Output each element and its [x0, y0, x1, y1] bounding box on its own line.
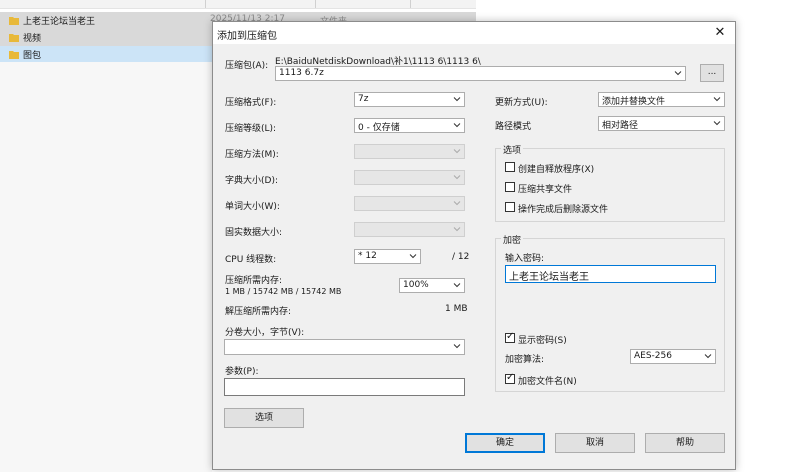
checkmark-icon: ✓	[506, 372, 515, 383]
delete-checkbox[interactable]	[505, 202, 515, 212]
show-password-label: 显示密码(S)	[518, 336, 567, 346]
shared-label: 压缩共享文件	[518, 185, 573, 195]
path-label: 路径模式	[495, 122, 532, 132]
path-select[interactable]: 相对路径	[598, 116, 725, 131]
chevron-down-icon	[453, 175, 461, 180]
mem-decompress-label: 解压缩所需内存:	[225, 307, 292, 317]
archive-name-combo[interactable]: 1113 6.7z	[275, 66, 686, 81]
chevron-down-icon	[713, 121, 721, 126]
chevron-down-icon	[674, 71, 682, 76]
mem-compress-label: 压缩所需内存:	[225, 276, 283, 286]
chevron-down-icon	[453, 149, 461, 154]
archive-name-value: 1113 6.7z	[279, 68, 324, 78]
chevron-down-icon	[453, 201, 461, 206]
enc-method-select[interactable]: AES-256	[630, 349, 716, 364]
mem-decompress-value: 1 MB	[445, 304, 468, 314]
dialog-title: 添加到压缩包	[217, 31, 277, 42]
encryption-group-title: 加密	[501, 233, 524, 246]
encryption-group: 加密 输入密码: 上老王论坛当老王 ✓ 显示密码(S) 加密算法: AES-25…	[495, 233, 725, 392]
chevron-down-icon	[409, 254, 417, 259]
dict-label: 字典大小(D):	[225, 176, 278, 186]
threads-max: / 12	[452, 252, 470, 262]
mem-compress-value: 1 MB / 15742 MB / 15742 MB	[225, 287, 342, 296]
folder-icon	[9, 32, 19, 42]
browse-button[interactable]: ...	[700, 64, 724, 82]
chevron-down-icon	[453, 123, 461, 128]
options-group-title: 选项	[501, 143, 524, 156]
threads-label: CPU 线程数:	[225, 255, 277, 265]
level-value: 0 - 仅存储	[358, 123, 400, 133]
enc-method-value: AES-256	[634, 351, 672, 361]
volume-combo[interactable]	[224, 339, 465, 355]
file-name: 图包	[23, 51, 42, 61]
mem-percent-value: 100%	[403, 280, 429, 290]
format-value: 7z	[358, 94, 369, 104]
show-password-checkbox[interactable]: ✓	[505, 331, 515, 343]
column-separator[interactable]	[205, 0, 206, 8]
enc-method-label: 加密算法:	[505, 355, 545, 365]
format-label: 压缩格式(F):	[225, 98, 277, 108]
threads-value: * 12	[358, 251, 377, 261]
sfx-checkbox[interactable]	[505, 162, 515, 172]
archive-label: 压缩包(A):	[225, 61, 269, 71]
word-label: 单词大小(W):	[225, 202, 280, 212]
solid-select	[354, 222, 465, 237]
checkmark-icon: ✓	[506, 331, 515, 342]
word-select	[354, 196, 465, 211]
folder-icon	[9, 15, 19, 25]
file-name: 上老王论坛当老王	[23, 17, 96, 27]
shared-checkbox[interactable]	[505, 182, 515, 192]
params-input[interactable]	[224, 378, 465, 396]
cancel-button[interactable]: 取消	[555, 433, 635, 453]
encrypt-names-label: 加密文件名(N)	[518, 377, 577, 387]
chevron-down-icon	[453, 344, 461, 349]
sfx-label: 创建自释放程序(X)	[518, 165, 595, 175]
level-select[interactable]: 0 - 仅存储	[354, 118, 465, 133]
options-group: 选项 创建自释放程序(X) 压缩共享文件 操作完成后删除源文件	[495, 143, 725, 222]
delete-label: 操作完成后删除源文件	[518, 205, 609, 215]
path-value: 相对路径	[602, 121, 639, 131]
password-label: 输入密码:	[505, 254, 545, 264]
update-select[interactable]: 添加并替换文件	[598, 92, 725, 107]
method-select	[354, 144, 465, 159]
column-separator[interactable]	[315, 0, 316, 8]
explorer-empty-area[interactable]	[0, 62, 212, 472]
chevron-down-icon	[453, 283, 461, 288]
update-value: 添加并替换文件	[602, 97, 666, 107]
explorer-column-header	[0, 0, 476, 9]
encrypt-names-checkbox[interactable]: ✓	[505, 372, 515, 384]
add-to-archive-dialog: 添加到压缩包 ✕ 压缩包(A): E:\BaiduNetdiskDownload…	[212, 21, 736, 470]
chevron-down-icon	[713, 97, 721, 102]
password-input[interactable]: 上老王论坛当老王	[505, 265, 716, 283]
solid-label: 固实数据大小:	[225, 228, 283, 238]
update-label: 更新方式(U):	[495, 98, 548, 108]
column-separator[interactable]	[410, 0, 411, 8]
close-icon[interactable]: ✕	[711, 24, 729, 42]
volume-label: 分卷大小，字节(V):	[225, 328, 305, 338]
chevron-down-icon	[704, 354, 712, 359]
mem-percent-select[interactable]: 100%	[399, 278, 465, 293]
format-select[interactable]: 7z	[354, 92, 465, 107]
help-button[interactable]: 帮助	[645, 433, 725, 453]
params-label: 参数(P):	[225, 367, 259, 377]
ok-button[interactable]: 确定	[465, 433, 545, 453]
password-value: 上老王论坛当老王	[509, 272, 589, 283]
folder-icon	[9, 49, 19, 59]
options-button[interactable]: 选项	[224, 408, 304, 428]
dialog-titlebar[interactable]: 添加到压缩包 ✕	[213, 22, 735, 44]
chevron-down-icon	[453, 227, 461, 232]
chevron-down-icon	[453, 97, 461, 102]
method-label: 压缩方法(M):	[225, 150, 279, 160]
level-label: 压缩等级(L):	[225, 124, 277, 134]
dict-select	[354, 170, 465, 185]
threads-select[interactable]: * 12	[354, 249, 421, 264]
file-name: 视频	[23, 34, 42, 44]
